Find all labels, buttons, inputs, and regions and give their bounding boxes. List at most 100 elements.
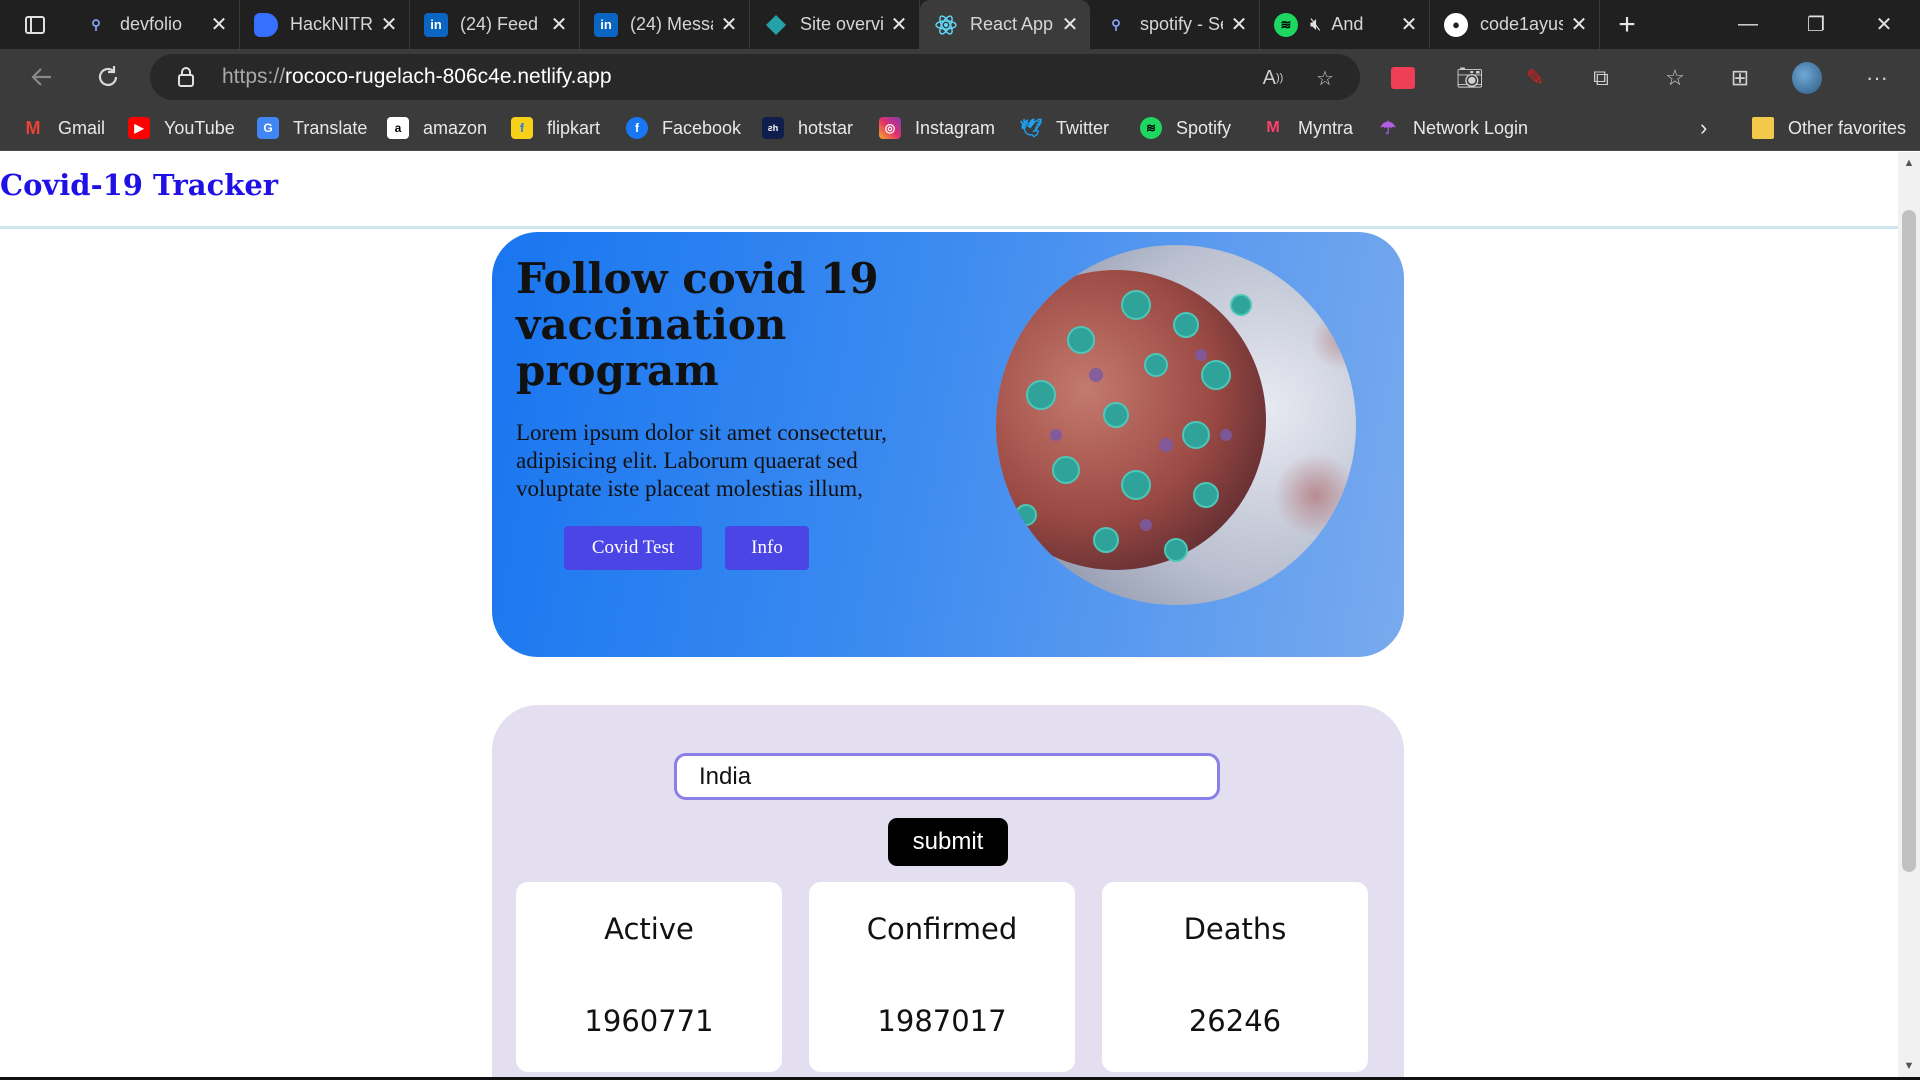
gmail-icon: M	[25, 117, 41, 138]
tab-title: Site overview	[800, 14, 883, 34]
bookmark-spotify[interactable]: ≋ Spotify	[1140, 116, 1231, 140]
tab-netlify-site-overview[interactable]: Site overview ✕	[750, 0, 920, 49]
tab-actions-button[interactable]	[0, 0, 70, 49]
back-button[interactable]	[22, 57, 62, 97]
bookmark-label: Gmail	[58, 117, 106, 138]
new-tab-button[interactable]: +	[1600, 8, 1654, 42]
favorites-icon[interactable]: ☆	[1660, 63, 1690, 93]
bookmark-instagram[interactable]: ◎ Instagram	[879, 116, 995, 140]
pen-extension-icon[interactable]: ✎	[1520, 63, 1550, 93]
tab-strip: ⚲ devfolio ✕ HackNITR ✕ in (24) Feed ✕ i…	[0, 0, 1920, 49]
tab-spotify-playing[interactable]: ≋ 🔇︎ And ✕	[1260, 0, 1430, 49]
profile-avatar[interactable]	[1792, 62, 1822, 94]
tab-title: And	[1331, 14, 1364, 34]
devfolio-logo-icon	[254, 12, 278, 37]
bookmark-label: Instagram	[915, 117, 996, 138]
deaths-stat-card: Deaths 26246	[1102, 882, 1368, 1072]
read-aloud-icon[interactable]: A))	[1260, 65, 1286, 91]
tab-title: (24) Feed	[460, 14, 539, 34]
active-stat-card: Active 1960771	[516, 882, 782, 1072]
bookmark-facebook[interactable]: f Facebook	[626, 116, 741, 140]
address-bar[interactable]: https://rococo-rugelach-806c4e.netlify.a…	[150, 54, 1360, 100]
bookmark-network-login[interactable]: ☂ Network Login	[1377, 116, 1528, 140]
tab-github[interactable]: ● code1ayush ✕	[1430, 0, 1600, 49]
bookmarks-overflow-chevron-icon[interactable]: ›	[1700, 115, 1707, 140]
country-stats-panel: submit Active 1960771 Confirmed 1987017 …	[492, 705, 1404, 1077]
scroll-down-arrow-icon[interactable]: ▼	[1898, 1055, 1920, 1077]
tab-hacknitr[interactable]: HackNITR ✕	[240, 0, 410, 49]
page-viewport: Covid-19 Tracker Follow covid 19 vaccina…	[0, 152, 1898, 1077]
covid-test-button[interactable]: Covid Test	[564, 526, 702, 570]
brand-title[interactable]: Covid-19 Tracker	[0, 168, 278, 202]
bookmark-other-favorites[interactable]: Other favorites	[1752, 116, 1906, 140]
close-icon[interactable]: ✕	[1229, 12, 1249, 37]
close-icon[interactable]: ✕	[1569, 12, 1589, 37]
vertical-scrollbar[interactable]: ▲ ▼	[1898, 152, 1920, 1077]
close-icon[interactable]: ✕	[549, 12, 569, 37]
add-favorite-icon[interactable]: ☆	[1312, 65, 1338, 91]
address-toolbar: https://rococo-rugelach-806c4e.netlify.a…	[0, 49, 1920, 105]
bookmark-label: hotstar	[798, 117, 854, 138]
stat-value: 1987017	[877, 1004, 1007, 1038]
tab-react-app[interactable]: React App ✕	[920, 0, 1090, 49]
close-icon[interactable]: ✕	[1060, 12, 1080, 37]
country-search-input[interactable]	[674, 753, 1220, 800]
search-icon: ⚲	[91, 16, 101, 32]
scroll-up-arrow-icon[interactable]: ▲	[1898, 152, 1920, 174]
amazon-icon: a	[387, 117, 409, 139]
stat-label: Active	[604, 912, 694, 946]
bookmark-hotstar[interactable]: ƨh hotstar	[762, 116, 853, 140]
close-icon[interactable]: ✕	[1399, 12, 1419, 37]
url-text[interactable]: https://rococo-rugelach-806c4e.netlify.a…	[222, 65, 612, 89]
bookmark-label: flipkart	[547, 117, 601, 138]
close-icon[interactable]: ✕	[719, 12, 739, 37]
bookmark-label: Translate	[293, 117, 368, 138]
close-icon[interactable]: ✕	[379, 12, 399, 37]
minimize-button[interactable]: —	[1714, 0, 1782, 49]
flipkart-icon: f	[511, 117, 533, 139]
bookmark-twitter[interactable]: 🕊︎ Twitter	[1020, 116, 1109, 140]
tab-actions-icon	[25, 15, 45, 34]
tab-title: (24) Messaging	[630, 14, 713, 34]
search-icon: ⚲	[1111, 16, 1121, 32]
lock-icon[interactable]	[176, 66, 196, 93]
refresh-button[interactable]	[88, 57, 128, 97]
myntra-icon: M	[1266, 119, 1280, 136]
stat-value: 26246	[1188, 1004, 1282, 1038]
submit-button[interactable]: submit	[888, 818, 1008, 866]
tab-linkedin-feed[interactable]: in (24) Feed ✕	[410, 0, 580, 49]
bookmark-label: Facebook	[662, 117, 742, 138]
camera-extension-icon[interactable]: 📷︎	[1455, 63, 1485, 93]
bookmarks-bar: M Gmail ▶ YouTube G Translate a amazon f flip…	[0, 105, 1920, 151]
close-icon[interactable]: ✕	[889, 12, 909, 37]
bookmark-gmail[interactable]: M Gmail	[22, 116, 106, 140]
hotstar-icon: ƨh	[762, 117, 784, 139]
bookmark-translate[interactable]: G Translate	[257, 116, 367, 140]
scrollbar-thumb[interactable]	[1902, 210, 1916, 872]
github-logo-icon: ●	[1444, 12, 1468, 37]
spotify-icon: ≋	[1140, 117, 1162, 139]
pocket-extension-icon[interactable]	[1388, 63, 1418, 93]
tab-devfolio[interactable]: ⚲ devfolio ✕	[70, 0, 240, 49]
bookmark-label: Spotify	[1176, 117, 1232, 138]
linkedin-logo-icon: in	[424, 12, 448, 37]
info-button[interactable]: Info	[725, 526, 809, 570]
tab-title: React App	[970, 14, 1054, 34]
bookmark-flipkart[interactable]: f flipkart	[511, 116, 600, 140]
bookmark-label: YouTube	[164, 117, 235, 138]
restore-button[interactable]: ❐	[1782, 0, 1850, 49]
collections-icon[interactable]: ⊞	[1725, 63, 1755, 93]
tab-spotify-search[interactable]: ⚲ spotify - Search ✕	[1090, 0, 1260, 49]
hero-banner: Follow covid 19 vaccination program Lore…	[492, 232, 1404, 657]
bookmark-youtube[interactable]: ▶ YouTube	[128, 116, 235, 140]
more-menu-icon[interactable]: ···	[1862, 63, 1892, 93]
bookmark-amazon[interactable]: a amazon	[387, 116, 487, 140]
tab-linkedin-messaging[interactable]: in (24) Messaging ✕	[580, 0, 750, 49]
bookmark-myntra[interactable]: M Myntra	[1262, 116, 1353, 140]
extensions-puzzle-icon[interactable]: ⧉	[1586, 63, 1616, 93]
close-icon[interactable]: ✕	[209, 12, 229, 37]
hero-title: Follow covid 19 vaccination program	[516, 254, 879, 395]
refresh-icon	[98, 66, 118, 86]
close-window-button[interactable]: ✕	[1850, 0, 1918, 49]
muted-speaker-icon[interactable]: 🔇︎	[1310, 14, 1321, 35]
